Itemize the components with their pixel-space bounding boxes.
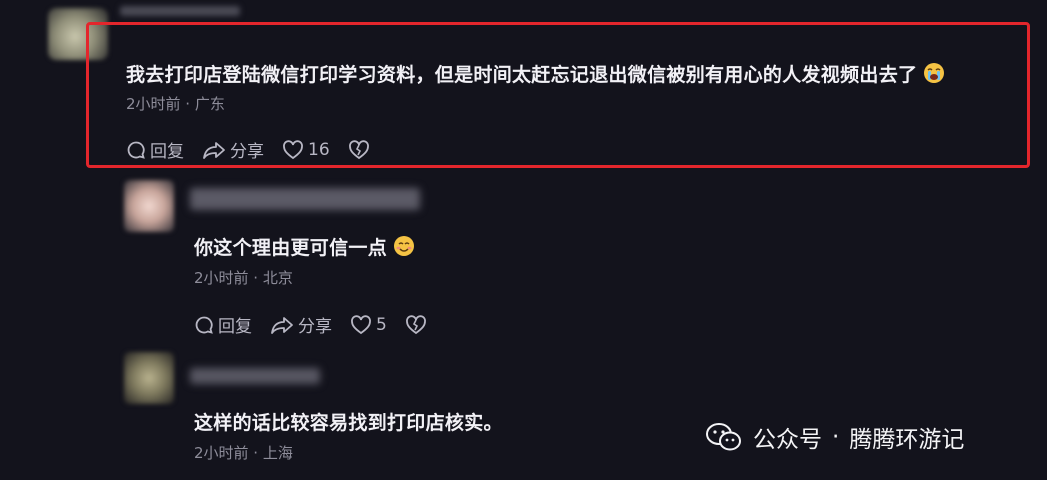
reply-label: 回复 xyxy=(150,142,184,162)
wechat-logo-icon xyxy=(706,423,741,451)
share-label: 分享 xyxy=(298,317,332,337)
share-button[interactable]: 分享 xyxy=(202,137,264,162)
reply-label: 回复 xyxy=(218,317,252,337)
dislike-button[interactable] xyxy=(405,314,431,335)
watermark: 公众号 · 腾腾环游记 xyxy=(705,420,964,454)
reply-bubble-icon xyxy=(127,141,145,159)
share-label: 分享 xyxy=(230,142,264,162)
heart-icon xyxy=(351,314,371,334)
username-blurred[interactable] xyxy=(190,188,420,210)
username-blurred[interactable] xyxy=(190,368,320,384)
comment-text: 你这个理由更可信一点 xyxy=(194,233,415,260)
share-arrow-icon xyxy=(203,141,225,159)
watermark-separator: · xyxy=(832,424,840,450)
share-button[interactable]: 分享 xyxy=(270,312,332,337)
crying-face-emoji-icon xyxy=(924,63,945,83)
reply-bubble-icon xyxy=(195,316,213,334)
share-arrow-icon xyxy=(271,316,293,334)
broken-heart-icon xyxy=(405,314,426,334)
avatar[interactable] xyxy=(124,180,174,232)
comment-meta: 2小时前 · 北京 xyxy=(194,269,293,287)
comment-text: 这样的话比较容易找到打印店核实。 xyxy=(194,412,503,434)
reply-button[interactable]: 回复 xyxy=(194,312,252,337)
like-button[interactable]: 16 xyxy=(282,140,330,160)
comment-meta: 2小时前 · 广东 xyxy=(126,95,225,113)
reply-button[interactable]: 回复 xyxy=(126,137,184,162)
like-count: 16 xyxy=(308,139,330,160)
comment-actions: 回复 分享 5 xyxy=(194,312,449,337)
watermark-account-label: 公众号 xyxy=(753,427,822,453)
like-count: 5 xyxy=(376,314,387,335)
like-button[interactable]: 5 xyxy=(350,315,387,335)
avatar[interactable] xyxy=(124,352,174,404)
comment-text: 我去打印店登陆微信打印学习资料，但是时间太赶忘记退出微信被别有用心的人发视频出去… xyxy=(126,60,945,87)
heart-icon xyxy=(283,139,303,159)
broken-heart-icon xyxy=(348,139,369,159)
comment-actions: 回复 分享 16 xyxy=(126,137,392,162)
dislike-button[interactable] xyxy=(348,139,374,160)
smiling-face-emoji-icon xyxy=(394,236,415,256)
comment-meta: 2小时前 · 上海 xyxy=(194,444,293,462)
username-blurred[interactable] xyxy=(120,6,240,16)
watermark-account-name: 腾腾环游记 xyxy=(849,427,965,453)
